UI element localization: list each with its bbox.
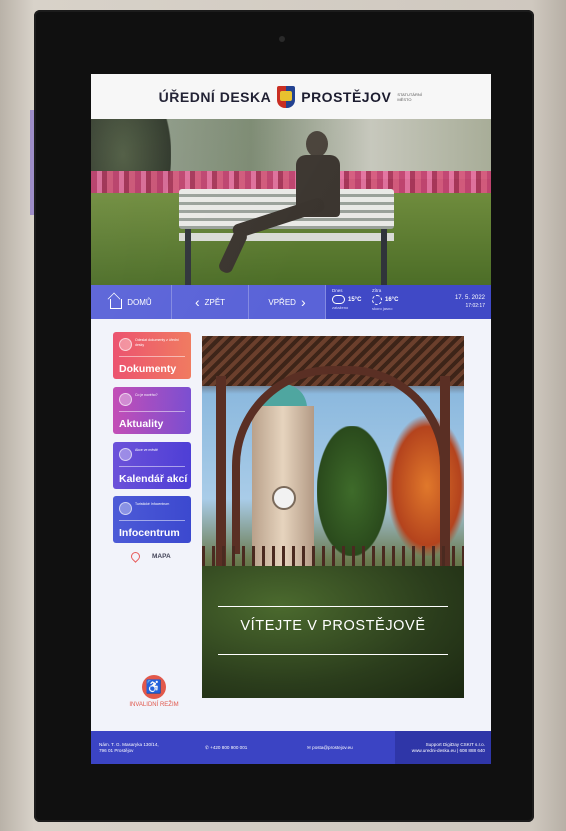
title-left: ÚŘEDNÍ DESKA (158, 88, 272, 105)
footer-bar: Nám. T. G. Masaryka 130/14, 796 01 Prost… (91, 731, 491, 764)
home-icon (110, 298, 123, 309)
back-label: ZPĚT (204, 297, 226, 307)
weather-widget: Dnes 15°C zataženo Zítra 16°C skoro jasn… (326, 285, 441, 319)
footer-address: Nám. T. G. Masaryka 130/14, 796 01 Prost… (99, 741, 159, 753)
statue (217, 131, 356, 281)
back-button[interactable]: ‹ ZPĚT (172, 285, 249, 319)
news-icon (119, 393, 132, 406)
tile-infocenter[interactable]: Turistické Infocentrum Infocentrum (113, 496, 191, 543)
divider-top (218, 606, 448, 607)
footer-phone: ✆ +420 800 900 001 (205, 744, 248, 750)
city-crest-icon (277, 85, 296, 108)
footer-email: ✉ posta@prostejov.eu (307, 744, 353, 750)
forward-label: VPŘED (268, 297, 296, 307)
main-content: Odeslat dokumenty z úřední desky Dokumen… (91, 319, 491, 731)
tile-calendar[interactable]: Akce ve městě Kalendář akcí (113, 442, 191, 489)
kiosk-screen: ÚŘEDNÍ DESKA PROSTĚJOV STATUTÁRNÍ MĚSTO … (91, 74, 491, 764)
weather-today: Dnes 15°C zataženo (332, 288, 362, 310)
welcome-photo: VÍTEJTE V PROSTĚJOVĚ (202, 336, 464, 698)
forward-button[interactable]: VPŘED › (249, 285, 326, 319)
wheelchair-icon: ♿ (142, 675, 166, 699)
weather-tomorrow: Zítra 16°C skoro jasno (372, 288, 399, 311)
map-link[interactable]: MAPA (129, 550, 171, 563)
map-label: MAPA (152, 553, 171, 560)
hero-photo (91, 119, 491, 285)
tile-documents[interactable]: Odeslat dokumenty z úřední desky Dokumen… (113, 332, 191, 379)
welcome-text: VÍTEJTE V PROSTĚJOVĚ (240, 618, 426, 634)
weather-today-temp: 15°C (348, 296, 362, 303)
weather-tomorrow-temp: 16°C (385, 297, 399, 303)
header-small-text: STATUTÁRNÍ MĚSTO (397, 91, 422, 102)
info-icon (119, 502, 132, 515)
chevron-left-icon: ‹ (194, 294, 200, 310)
document-icon (119, 338, 132, 351)
camera-dot (279, 36, 285, 42)
accessibility-mode-button[interactable]: ♿ INVALIDNÍ REŽIM (119, 675, 189, 708)
tile-news[interactable]: Co je nového? Aktuality (113, 387, 191, 434)
home-button[interactable]: DOMŮ (91, 285, 172, 319)
chevron-right-icon: › (300, 294, 306, 310)
map-pin-icon (129, 550, 142, 563)
footer-support: Support DigiDay CSKIT s.r.o. www.uredni-… (395, 731, 491, 764)
calendar-icon (119, 448, 132, 461)
home-label: DOMŮ (127, 297, 152, 307)
header-bar: ÚŘEDNÍ DESKA PROSTĚJOV STATUTÁRNÍ MĚSTO (91, 74, 491, 119)
cloud-icon (332, 295, 345, 304)
accessibility-label: INVALIDNÍ REŽIM (129, 702, 179, 708)
divider-bottom (218, 654, 448, 655)
sun-icon (372, 295, 382, 305)
date-time: 17. 5. 2022 17:02:17 (441, 285, 491, 319)
time: 17:02:17 (465, 303, 485, 309)
title-right: PROSTĚJOV (301, 88, 392, 105)
nav-bar: DOMŮ ‹ ZPĚT VPŘED › Dnes 15°C zataženo Z… (91, 285, 491, 319)
date: 17. 5. 2022 (454, 295, 485, 301)
